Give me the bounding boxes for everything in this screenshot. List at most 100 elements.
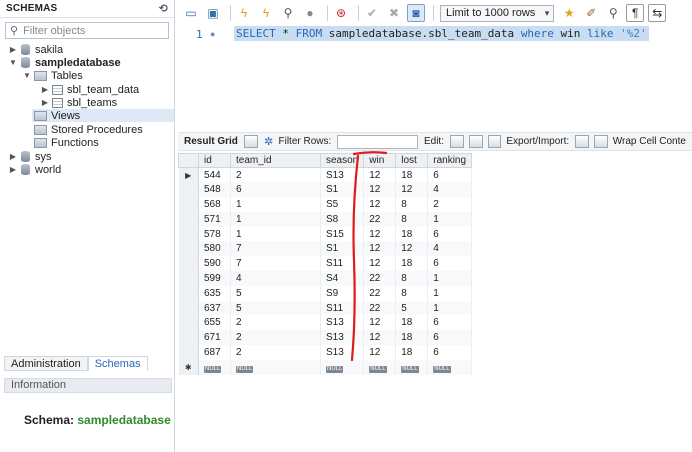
row-header[interactable] bbox=[178, 226, 199, 242]
cell-win[interactable]: 12 bbox=[363, 167, 397, 183]
row-header[interactable]: ▶ bbox=[178, 167, 199, 183]
table-row[interactable]: 635 5 S9 22 8 1 bbox=[178, 285, 473, 301]
cell-team-id[interactable]: 7 bbox=[230, 256, 321, 272]
filter-rows-input[interactable] bbox=[337, 134, 418, 149]
beautify-star-icon[interactable]: ★ bbox=[560, 4, 578, 22]
refresh-icon[interactable]: ✲ bbox=[263, 133, 275, 150]
row-header[interactable] bbox=[178, 330, 199, 346]
row-header[interactable] bbox=[178, 300, 199, 316]
filter-objects-input[interactable] bbox=[23, 24, 154, 37]
cell-season[interactable]: S1 bbox=[320, 241, 365, 257]
cell-win[interactable]: 12 bbox=[363, 241, 397, 257]
cell-season[interactable]: S13 bbox=[320, 167, 365, 183]
col-header-lost[interactable]: lost bbox=[395, 153, 429, 168]
cell-team-id[interactable]: 7 bbox=[230, 241, 321, 257]
tree-item-functions[interactable]: Functions bbox=[32, 136, 99, 149]
cell-id[interactable]: 637 bbox=[198, 300, 231, 316]
row-header[interactable] bbox=[178, 197, 199, 212]
row-header[interactable] bbox=[178, 315, 199, 331]
expand-arrow-icon[interactable]: ▶ bbox=[40, 85, 50, 94]
cell-win[interactable]: 12 bbox=[363, 226, 397, 242]
null-cell-lost[interactable]: NULL bbox=[395, 359, 429, 375]
table-row[interactable]: ▶ 544 2 S13 12 18 6 bbox=[178, 167, 473, 183]
cell-lost[interactable]: 8 bbox=[395, 197, 429, 212]
null-cell-ranking[interactable]: NULL bbox=[427, 359, 473, 375]
row-header[interactable] bbox=[178, 256, 199, 272]
null-cell-season[interactable]: NULL bbox=[320, 359, 365, 375]
table-row[interactable]: 655 2 S13 12 18 6 bbox=[178, 315, 473, 331]
tab-administration[interactable]: Administration bbox=[4, 356, 88, 371]
table-row[interactable]: 687 2 S13 12 18 6 bbox=[178, 345, 473, 360]
refresh-icon[interactable]: ⟲ bbox=[159, 2, 168, 15]
cell-season[interactable]: S13 bbox=[320, 345, 365, 360]
table-row[interactable]: 571 1 S8 22 8 1 bbox=[178, 211, 473, 227]
import-icon[interactable] bbox=[593, 135, 608, 148]
execute-lightning-icon[interactable]: ϟ bbox=[235, 4, 253, 22]
cell-win[interactable]: 12 bbox=[363, 182, 397, 198]
save-icon[interactable]: ▣ bbox=[204, 4, 222, 22]
cell-win[interactable]: 12 bbox=[363, 330, 397, 346]
cell-lost[interactable]: 12 bbox=[395, 241, 429, 257]
cell-season[interactable]: S13 bbox=[320, 315, 365, 331]
cell-team-id[interactable]: 2 bbox=[230, 345, 321, 360]
tree-item-sbl-teams[interactable]: ▶ sbl_teams bbox=[40, 96, 117, 109]
cell-ranking[interactable]: 6 bbox=[427, 167, 473, 183]
cell-lost[interactable]: 18 bbox=[395, 167, 429, 183]
expand-arrow-icon[interactable]: ▶ bbox=[8, 165, 18, 174]
row-header[interactable] bbox=[178, 285, 199, 301]
cell-lost[interactable]: 5 bbox=[395, 300, 429, 316]
expand-arrow-icon[interactable]: ▶ bbox=[40, 98, 50, 107]
cell-id[interactable]: 599 bbox=[198, 271, 231, 286]
cell-ranking[interactable]: 4 bbox=[427, 241, 473, 257]
cell-team-id[interactable]: 4 bbox=[230, 271, 321, 286]
cell-season[interactable]: S9 bbox=[320, 285, 365, 301]
cell-ranking[interactable]: 6 bbox=[427, 330, 473, 346]
table-row[interactable]: 671 2 S13 12 18 6 bbox=[178, 330, 473, 346]
invisible-chars-icon[interactable]: ¶ bbox=[626, 4, 645, 22]
explain-magnifier-icon[interactable]: ⚲ bbox=[279, 4, 297, 22]
cell-id[interactable]: 655 bbox=[198, 315, 231, 331]
cell-win[interactable]: 12 bbox=[363, 315, 397, 331]
cell-season[interactable]: S15 bbox=[320, 226, 365, 242]
table-row[interactable]: 548 6 S1 12 12 4 bbox=[178, 182, 473, 198]
cell-win[interactable]: 22 bbox=[363, 211, 397, 227]
row-header[interactable] bbox=[178, 345, 199, 360]
tree-item-sampledatabase[interactable]: ▼ sampledatabase bbox=[8, 56, 121, 69]
col-header-win[interactable]: win bbox=[363, 153, 397, 168]
find-icon[interactable]: ⚲ bbox=[604, 4, 622, 22]
tree-item-sbl-team-data[interactable]: ▶ sbl_team_data bbox=[40, 83, 139, 96]
cell-lost[interactable]: 8 bbox=[395, 271, 429, 286]
null-cell-win[interactable]: NULL bbox=[363, 359, 397, 375]
cell-lost[interactable]: 18 bbox=[395, 226, 429, 242]
cell-lost[interactable]: 12 bbox=[395, 182, 429, 198]
row-header[interactable] bbox=[178, 271, 199, 286]
cell-team-id[interactable]: 2 bbox=[230, 167, 321, 183]
execute-current-lightning-icon[interactable]: ϟ bbox=[257, 4, 275, 22]
cell-ranking[interactable]: 1 bbox=[427, 300, 473, 316]
sql-query-text[interactable]: SELECT * FROM sampledatabase.sbl_team_da… bbox=[234, 26, 649, 41]
row-header[interactable] bbox=[178, 182, 199, 198]
cell-team-id[interactable]: 1 bbox=[230, 197, 321, 212]
table-row[interactable]: 578 1 S15 12 18 6 bbox=[178, 226, 473, 242]
cell-id[interactable]: 635 bbox=[198, 285, 231, 301]
cell-win[interactable]: 12 bbox=[363, 256, 397, 272]
cell-id[interactable]: 578 bbox=[198, 226, 231, 242]
tree-item-tables[interactable]: ▼ Tables bbox=[22, 69, 83, 82]
cell-id[interactable]: 548 bbox=[198, 182, 231, 198]
cell-lost[interactable]: 18 bbox=[395, 345, 429, 360]
cell-season[interactable]: S13 bbox=[320, 330, 365, 346]
cell-win[interactable]: 22 bbox=[363, 271, 397, 286]
cell-season[interactable]: S11 bbox=[320, 300, 365, 316]
table-row[interactable]: 637 5 S11 22 5 1 bbox=[178, 300, 473, 316]
cell-ranking[interactable]: 4 bbox=[427, 182, 473, 198]
cell-win[interactable]: 12 bbox=[363, 345, 397, 360]
null-cell-team-id[interactable]: NULL bbox=[230, 359, 321, 375]
cell-ranking[interactable]: 1 bbox=[427, 285, 473, 301]
cell-id[interactable]: 580 bbox=[198, 241, 231, 257]
cell-team-id[interactable]: 2 bbox=[230, 315, 321, 331]
rollback-icon[interactable]: ✖ bbox=[385, 4, 403, 22]
cell-ranking[interactable]: 6 bbox=[427, 315, 473, 331]
cell-ranking[interactable]: 1 bbox=[427, 211, 473, 227]
cell-id[interactable]: 671 bbox=[198, 330, 231, 346]
broom-icon[interactable]: ✐ bbox=[582, 4, 600, 22]
